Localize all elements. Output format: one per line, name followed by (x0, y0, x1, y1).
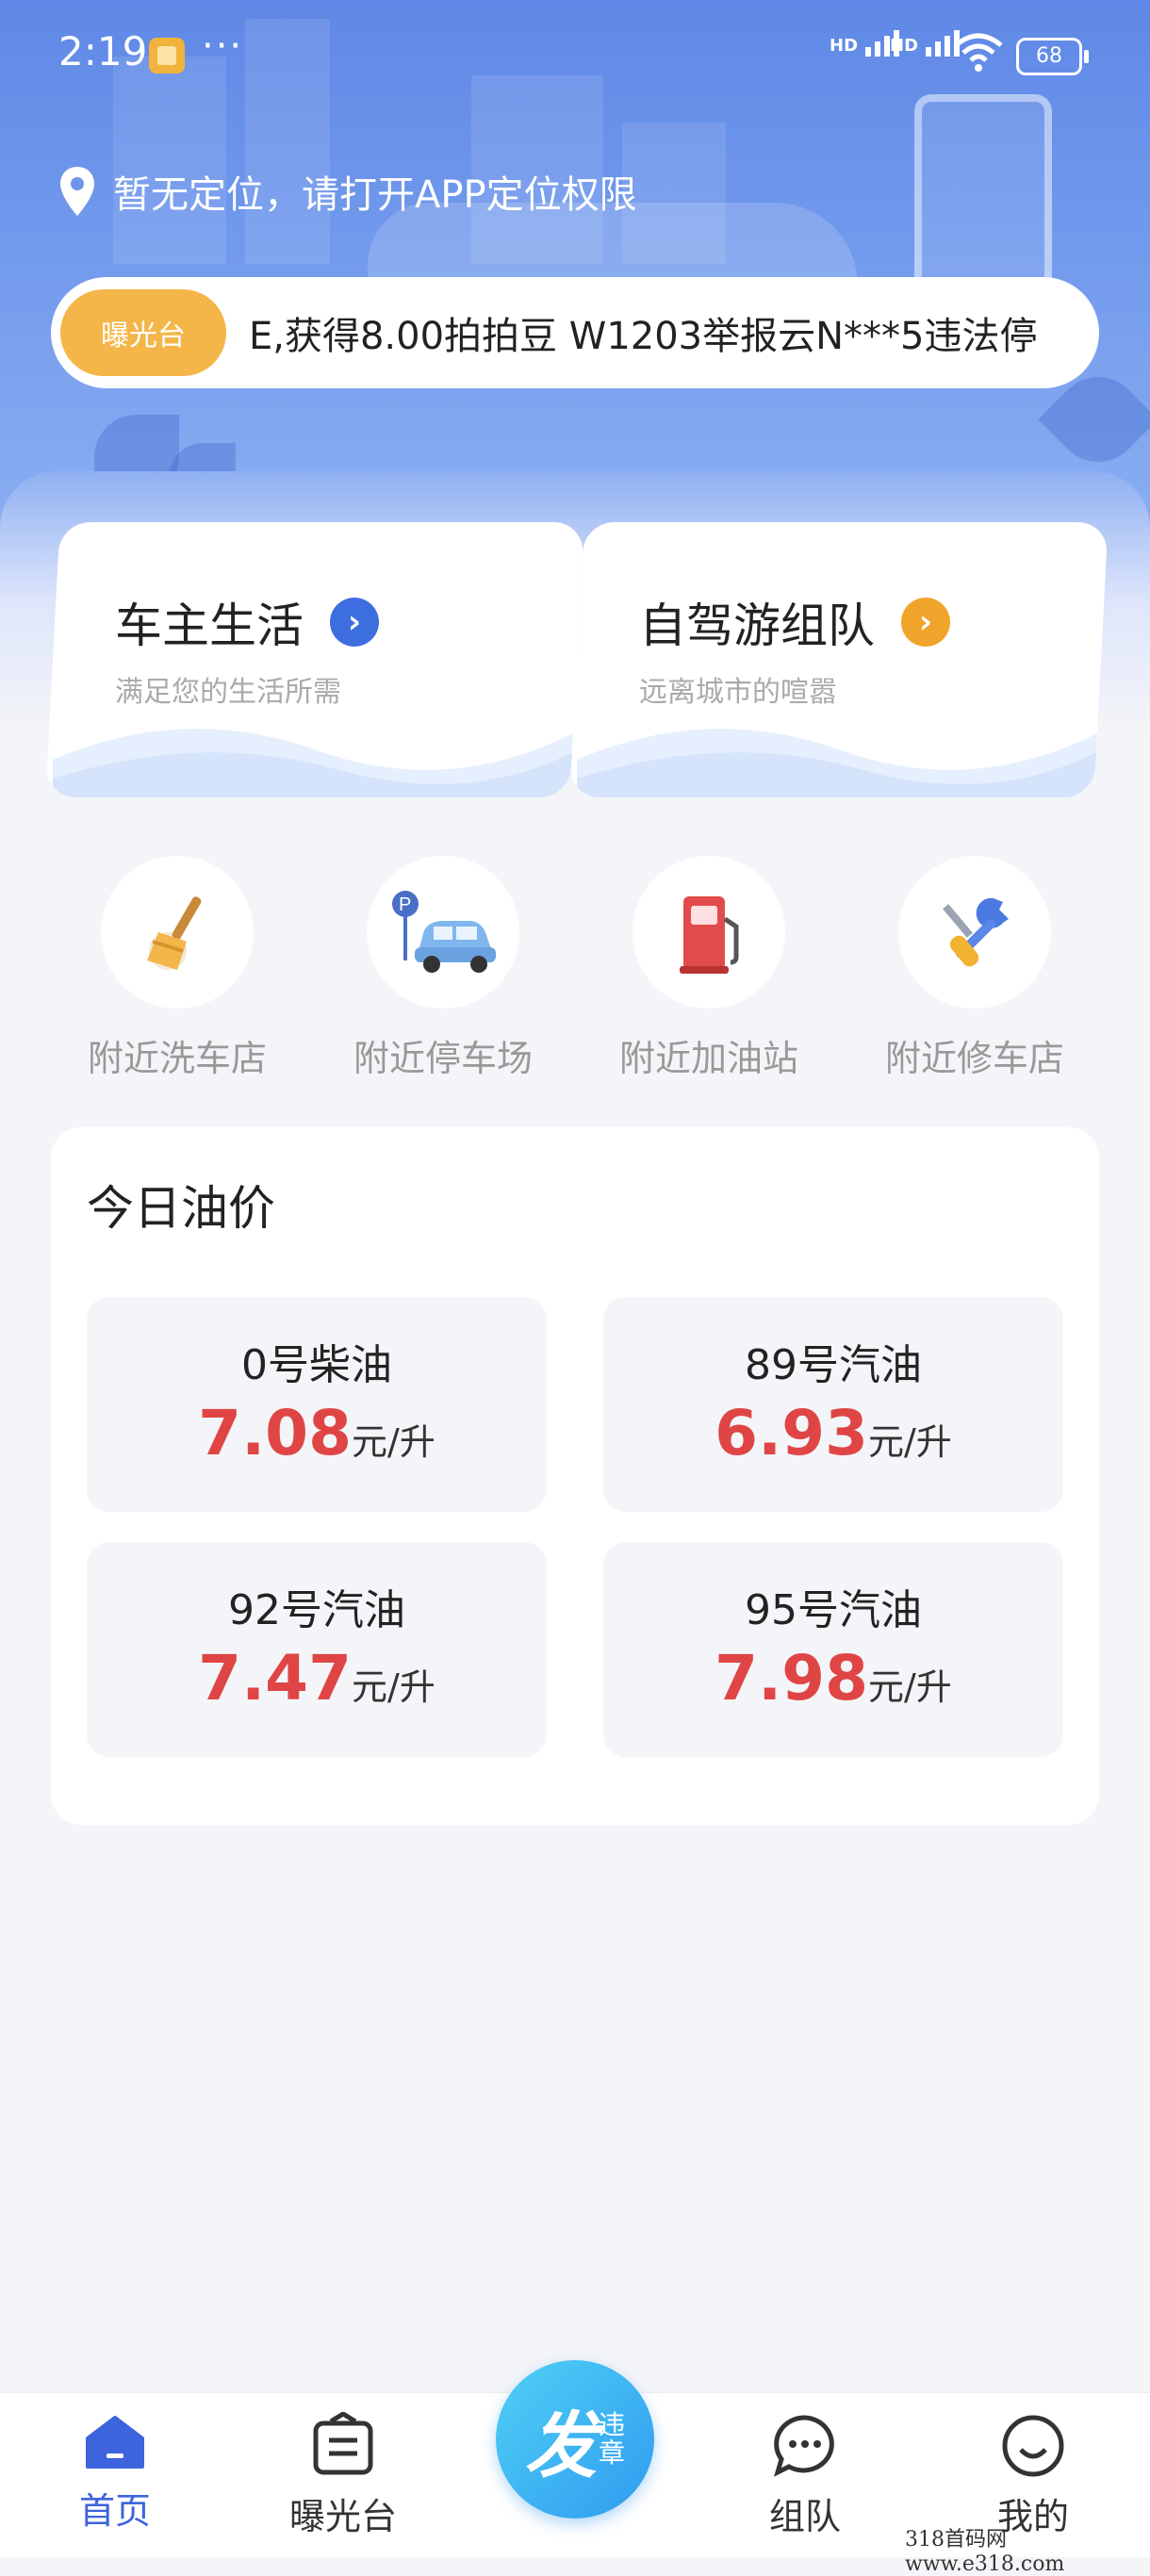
oil-price-unit: 元/升 (352, 1666, 435, 1708)
oil-price-card: 95号汽油 7.98元/升 (603, 1542, 1063, 1757)
tab-team-label: 组队 (768, 2496, 841, 2537)
location-pin-icon (60, 167, 94, 216)
exposure-tag[interactable]: 曝光台 (60, 289, 226, 376)
oil-name: 95号汽油 (745, 1586, 922, 1634)
notification-app-icon (149, 38, 185, 74)
car-life-card[interactable]: 车主生活 › 满足您的生活所需 (45, 522, 584, 797)
chevron-right-icon: › (901, 598, 950, 647)
oil-price-card: 0号柴油 7.08元/升 (87, 1297, 547, 1512)
oil-price-unit: 元/升 (868, 1666, 952, 1708)
status-time: 2:19 (58, 28, 148, 74)
broom-icon (101, 856, 254, 1009)
tab-team[interactable]: 组队 (711, 2412, 899, 2539)
oil-name: 89号汽油 (745, 1341, 922, 1389)
oil-price-card: 89号汽油 6.93元/升 (603, 1297, 1063, 1512)
oil-price-title: 今日油价 (87, 1181, 275, 1236)
location-text: 暂无定位，请打开APP定位权限 (113, 173, 637, 217)
status-bar: 2:19 ··· HD HD 68 (0, 0, 1150, 113)
oil-price-panel: 今日油价 0号柴油 7.08元/升 89号汽油 6.93元/升 92号汽油 7.… (51, 1127, 1099, 1825)
oil-price-value: 7.47 (198, 1642, 353, 1715)
nearby-shortcuts: 附近洗车店 P 附近停车场 附近加油站 附近修车店 (0, 856, 1150, 1082)
home-icon (86, 2416, 144, 2469)
nearby-repair-shop[interactable]: 附近修车店 (842, 856, 1108, 1081)
fab-main-label: 发 (524, 2404, 597, 2487)
exposure-ticker[interactable]: 曝光台 E,获得8.00拍拍豆 W1203举报云N***5违法停 (51, 277, 1099, 388)
nearby-car-wash-label: 附近洗车店 (87, 1038, 267, 1079)
oil-price-value: 7.98 (715, 1642, 869, 1715)
more-notifications-icon: ··· (202, 25, 244, 68)
oil-price-unit: 元/升 (868, 1421, 952, 1463)
nearby-car-wash[interactable]: 附近洗车店 (44, 856, 310, 1081)
fab-sub-label-2: 章 (598, 2437, 625, 2469)
chat-bubble-icon (774, 2415, 834, 2477)
svg-text:P: P (399, 894, 411, 915)
tab-home-label: 首页 (78, 2490, 151, 2532)
oil-price-card: 92号汽油 7.47元/升 (87, 1542, 547, 1757)
oil-name: 0号柴油 (241, 1341, 392, 1389)
self-drive-title: 自驾游组队 (639, 599, 875, 653)
ticker-message: E,获得8.00拍拍豆 W1203举报云N***5违法停 (249, 315, 1038, 358)
oil-price-unit: 元/升 (352, 1421, 435, 1463)
smile-face-icon (1002, 2415, 1064, 2477)
nearby-parking-label: 附近停车场 (353, 1038, 533, 1079)
wave-decoration (577, 729, 1101, 797)
oil-name: 92号汽油 (228, 1586, 405, 1634)
wifi-icon (954, 33, 1003, 72)
parking-car-icon: P (367, 856, 519, 1009)
clipboard-icon (313, 2411, 373, 2475)
nearby-repair-shop-label: 附近修车店 (884, 1038, 1064, 1079)
oil-price-value: 6.93 (715, 1397, 869, 1469)
battery-icon: 68 (1016, 38, 1089, 75)
car-life-title: 车主生活 (115, 599, 304, 653)
report-violation-button[interactable]: 发 违 章 (496, 2360, 654, 2519)
nearby-parking[interactable]: P 附近停车场 (310, 856, 576, 1081)
nearby-gas-station[interactable]: 附近加油站 (576, 856, 842, 1081)
nearby-gas-station-label: 附近加油站 (618, 1038, 798, 1079)
oil-price-value: 7.08 (198, 1397, 353, 1469)
tab-exposure[interactable]: 曝光台 (249, 2411, 437, 2539)
chevron-right-icon: › (330, 598, 379, 647)
wave-decoration (53, 729, 577, 797)
self-drive-team-card[interactable]: 自驾游组队 › 远离城市的喧嚣 (569, 522, 1109, 797)
tab-mine[interactable]: 我的 (939, 2412, 1127, 2539)
watermark: 318首码网 www.e318.com (905, 2528, 1065, 2576)
fab-sub-label-1: 违 (598, 2409, 625, 2440)
gas-pump-icon (632, 856, 785, 1009)
location-prompt[interactable]: 暂无定位，请打开APP定位权限 (58, 164, 637, 219)
repair-tools-icon (898, 856, 1051, 1009)
tab-home[interactable]: 首页 (21, 2412, 209, 2534)
tab-exposure-label: 曝光台 (288, 2496, 397, 2537)
